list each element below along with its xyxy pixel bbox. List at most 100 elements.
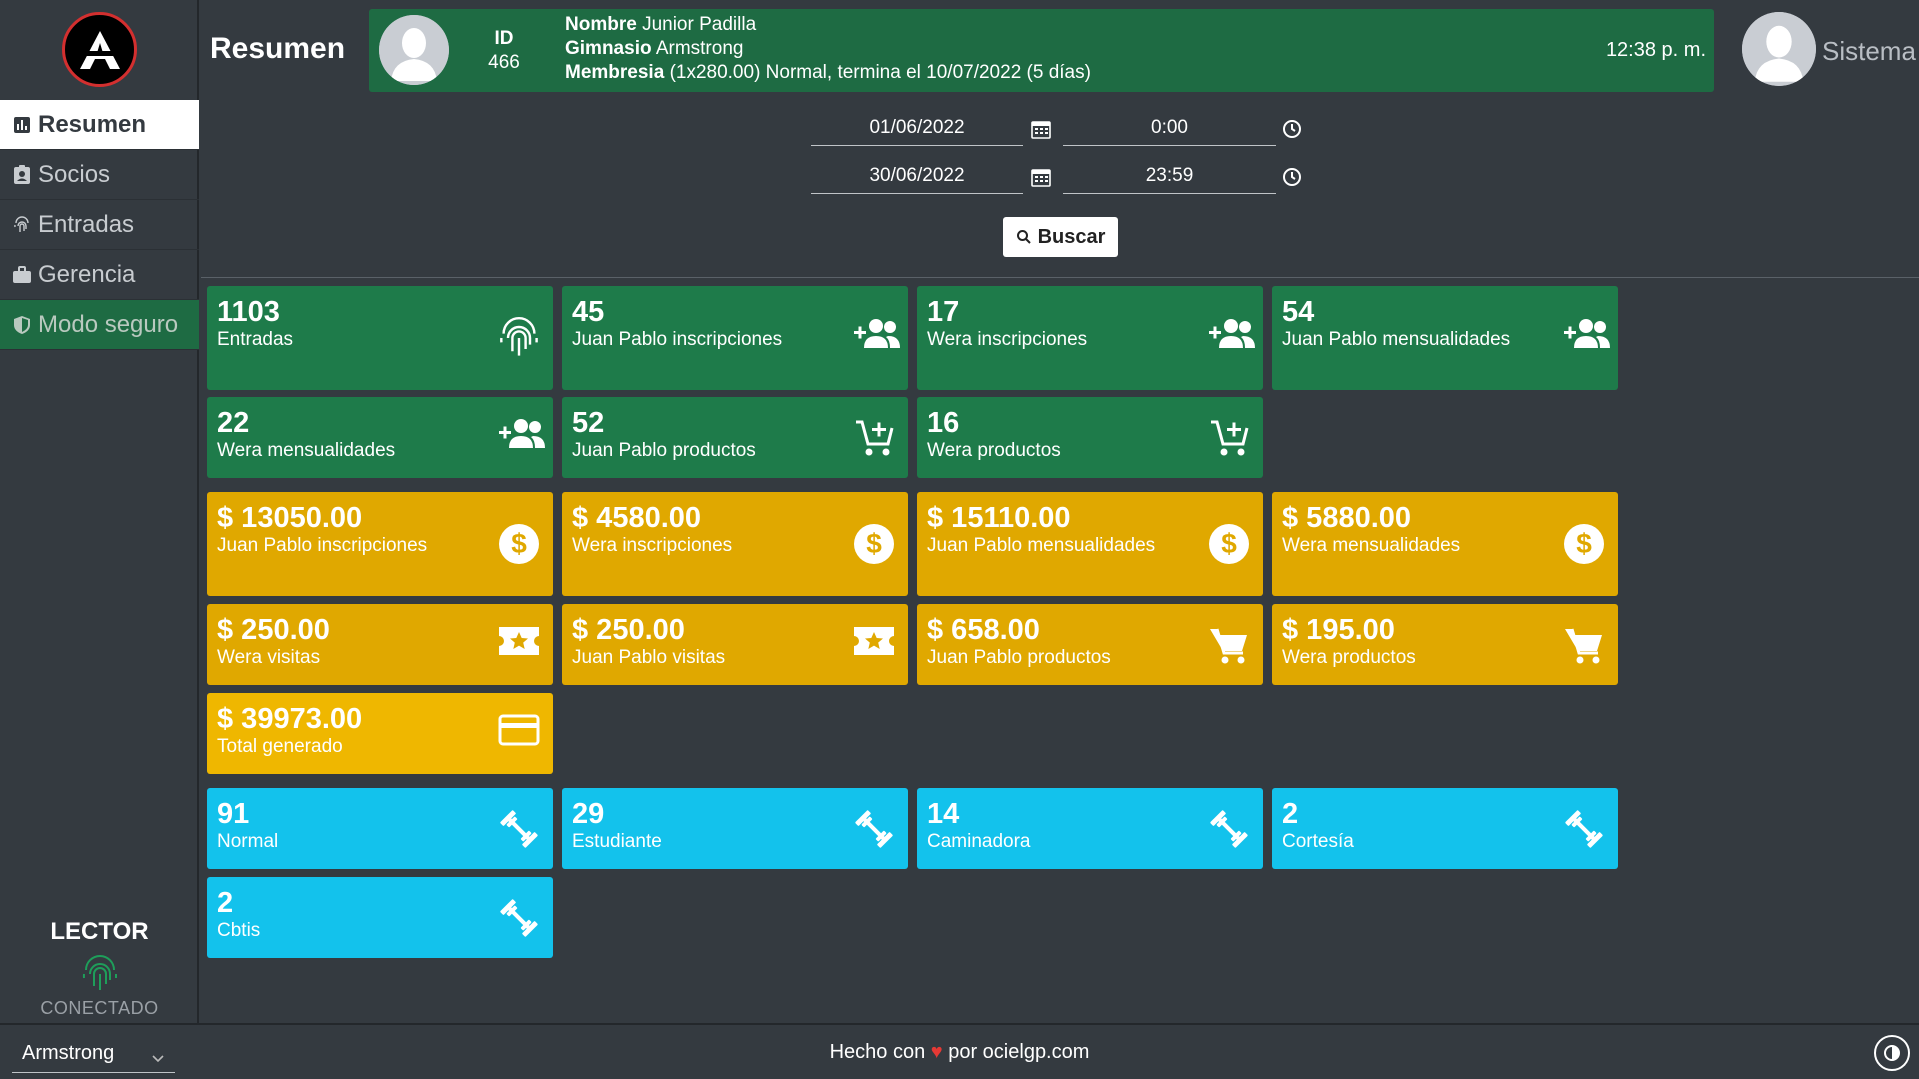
credit-prefix: Hecho con <box>829 1041 926 1063</box>
sidebar-nav: Resumen Socios Entradas Gerencia Modo se… <box>0 100 199 350</box>
stat-card[interactable]: $ 195.00 Wera productos <box>1272 604 1618 685</box>
group-add-icon <box>852 316 900 360</box>
credit-card-icon <box>497 712 541 756</box>
stat-card[interactable]: 45 Juan Pablo inscripciones <box>562 286 908 390</box>
stat-label: Caminadora <box>927 831 1031 852</box>
clock-icon[interactable] <box>1281 166 1303 188</box>
stat-value: $ 658.00 <box>927 614 1040 646</box>
stat-card[interactable]: 1103 Entradas <box>207 286 553 390</box>
heart-icon: ♥ <box>930 1041 943 1063</box>
sidebar-item-label: Resumen <box>38 110 147 138</box>
svg-text:$: $ <box>866 528 882 559</box>
start-date-value: 01/06/2022 <box>869 116 965 138</box>
sidebar-item-label: Modo seguro <box>38 310 179 338</box>
user-avatar[interactable] <box>1742 12 1816 86</box>
stat-value: $ 250.00 <box>217 614 330 646</box>
chart-icon <box>12 115 32 135</box>
lector-connection-status: CONECTADO <box>40 998 159 1018</box>
stat-card[interactable]: $ 39973.00 Total generado <box>207 693 553 774</box>
credit-link[interactable]: por ocielgp.com <box>948 1041 1089 1063</box>
shield-icon <box>12 315 32 335</box>
stat-card[interactable]: 14 Caminadora <box>917 788 1263 869</box>
sidebar-item-resumen[interactable]: Resumen <box>0 100 199 150</box>
calendar-icon[interactable] <box>1030 166 1052 188</box>
member-details: Nombre Junior Padilla Gimnasio Armstrong… <box>565 13 1091 85</box>
sidebar-item-label: Entradas <box>38 210 135 238</box>
stat-value: 16 <box>927 407 960 439</box>
stat-value: $ 4580.00 <box>572 502 702 534</box>
stat-label: Juan Pablo inscripciones <box>572 329 783 350</box>
stat-label: Juan Pablo visitas <box>572 647 726 668</box>
calendar-icon[interactable] <box>1030 118 1052 140</box>
start-date-field[interactable]: 01/06/2022 <box>811 110 1023 146</box>
stat-card[interactable]: $ 658.00 Juan Pablo productos <box>917 604 1263 685</box>
dumbbell-icon <box>1207 807 1251 851</box>
stat-value: 52 <box>572 407 605 439</box>
sidebar-item-label: Socios <box>38 160 111 188</box>
end-date-field[interactable]: 30/06/2022 <box>811 158 1023 194</box>
search-button-label: Buscar <box>1037 225 1106 248</box>
cart-icon <box>1207 623 1251 667</box>
sidebar-item-socios[interactable]: Socios <box>0 150 199 200</box>
stat-value: 22 <box>217 407 250 439</box>
stat-card[interactable]: $ 250.00 Juan Pablo visitas <box>562 604 908 685</box>
cart-icon <box>1562 623 1606 667</box>
stat-card[interactable]: 52 Juan Pablo productos <box>562 397 908 478</box>
stat-label: Wera visitas <box>217 647 321 668</box>
stat-card[interactable]: 17 Wera inscripciones <box>917 286 1263 390</box>
stat-value: 14 <box>927 798 960 830</box>
dumbbell-icon <box>1562 807 1606 851</box>
stat-card[interactable]: 91 Normal <box>207 788 553 869</box>
dollar-icon: $ <box>852 522 896 566</box>
stat-value: $ 250.00 <box>572 614 685 646</box>
member-id: ID 466 <box>481 27 527 75</box>
stat-label: Juan Pablo inscripciones <box>217 535 428 556</box>
sidebar-item-gerencia[interactable]: Gerencia <box>0 250 199 300</box>
end-date-value: 30/06/2022 <box>869 164 965 186</box>
start-time-value: 0:00 <box>1151 116 1188 138</box>
stat-label: Wera inscripciones <box>572 535 733 556</box>
stat-label: Estudiante <box>572 831 662 852</box>
stat-value: 45 <box>572 296 605 328</box>
end-time-field[interactable]: 23:59 <box>1063 158 1276 194</box>
clock-icon[interactable] <box>1281 118 1303 140</box>
stat-card[interactable]: $ 15110.00 Juan Pablo mensualidades $ <box>917 492 1263 596</box>
stat-label: Juan Pablo mensualidades <box>927 535 1156 556</box>
footer: Armstrong Hecho con ♥ por ocielgp.com <box>0 1023 1919 1079</box>
stat-card[interactable]: 16 Wera productos <box>917 397 1263 478</box>
stat-card[interactable]: 2 Cbtis <box>207 877 553 958</box>
stat-label: Juan Pablo productos <box>927 647 1111 668</box>
svg-text:$: $ <box>1576 528 1592 559</box>
sidebar-item-entradas[interactable]: Entradas <box>0 200 199 250</box>
stat-card[interactable]: 22 Wera mensualidades <box>207 397 553 478</box>
stat-card[interactable]: 29 Estudiante <box>562 788 908 869</box>
sidebar-item-modo-seguro[interactable]: Modo seguro <box>0 300 199 350</box>
lector-status: LECTOR CONECTADO <box>0 918 199 1019</box>
app-logo[interactable] <box>62 12 137 87</box>
end-time-value: 23:59 <box>1145 164 1194 186</box>
stat-label: Juan Pablo productos <box>572 440 756 461</box>
stat-value: 2 <box>217 887 234 919</box>
divider <box>201 277 1919 278</box>
stat-label: Cbtis <box>217 920 261 941</box>
fingerprint-icon <box>497 316 541 360</box>
cart-add-icon <box>1207 416 1251 460</box>
stat-card[interactable]: 54 Juan Pablo mensualidades <box>1272 286 1618 390</box>
stat-card[interactable]: $ 5880.00 Wera mensualidades $ <box>1272 492 1618 596</box>
user-name[interactable]: Sistema <box>1822 36 1916 67</box>
search-button[interactable]: Buscar <box>1003 217 1118 257</box>
stat-value: $ 195.00 <box>1282 614 1395 646</box>
ticket-icon <box>852 623 896 667</box>
stat-value: 17 <box>927 296 960 328</box>
member-name: Junior Padilla <box>642 14 757 35</box>
member-info-card: ID 466 Nombre Junior Padilla Gimnasio Ar… <box>369 9 1714 92</box>
stat-card[interactable]: $ 13050.00 Juan Pablo inscripciones $ <box>207 492 553 596</box>
member-gym-label: Gimnasio <box>565 38 652 59</box>
start-time-field[interactable]: 0:00 <box>1063 110 1276 146</box>
lector-title: LECTOR <box>50 918 149 945</box>
stat-card[interactable]: $ 4580.00 Wera inscripciones $ <box>562 492 908 596</box>
stat-card[interactable]: $ 250.00 Wera visitas <box>207 604 553 685</box>
svg-text:$: $ <box>1221 528 1237 559</box>
theme-toggle-button[interactable] <box>1874 1035 1910 1071</box>
stat-card[interactable]: 2 Cortesía <box>1272 788 1618 869</box>
